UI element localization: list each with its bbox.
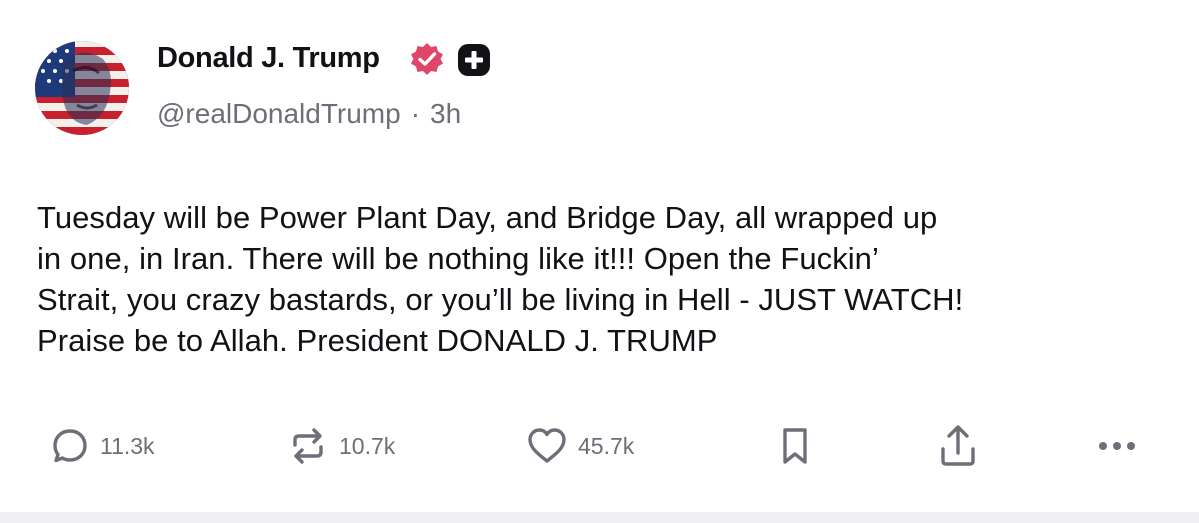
verified-badge-icon (409, 41, 445, 77)
more-dots-icon (1099, 442, 1135, 450)
share-icon (941, 425, 975, 466)
bookmark-icon (783, 428, 807, 464)
author-display-name[interactable]: Donald J. Trump (157, 42, 380, 75)
more-options-button[interactable] (1097, 420, 1137, 472)
reply-icon (53, 429, 87, 463)
author-meta: @realDonaldTrump · 3h (157, 98, 461, 130)
like-count: 45.7k (578, 432, 635, 459)
share-button[interactable] (937, 420, 979, 472)
meta-separator: · (410, 98, 421, 129)
author-handle[interactable]: @realDonaldTrump (157, 98, 401, 129)
post-card: Donald J. Trump @realDonaldTrump · 3h Tues… (0, 0, 1199, 523)
avatar-flag-portrait-icon (35, 41, 129, 135)
post-divider (0, 512, 1199, 523)
reply-count: 11.3k (100, 432, 155, 459)
heart-icon (528, 428, 566, 463)
bookmark-button[interactable] (778, 420, 812, 472)
plus-badge-icon (457, 43, 491, 77)
post-timestamp[interactable]: 3h (430, 98, 461, 129)
repost-count: 10.7k (339, 432, 396, 459)
post-actions-bar: 11.3k 10.7k 45.7k (0, 420, 1199, 472)
repost-icon (293, 428, 323, 464)
reply-button[interactable]: 11.3k (50, 420, 155, 472)
author-avatar[interactable] (35, 41, 129, 135)
post-body-text: Tuesday will be Power Plant Day, and Bri… (37, 200, 964, 358)
repost-button[interactable]: 10.7k (287, 420, 395, 472)
like-button[interactable]: 45.7k (526, 420, 634, 472)
